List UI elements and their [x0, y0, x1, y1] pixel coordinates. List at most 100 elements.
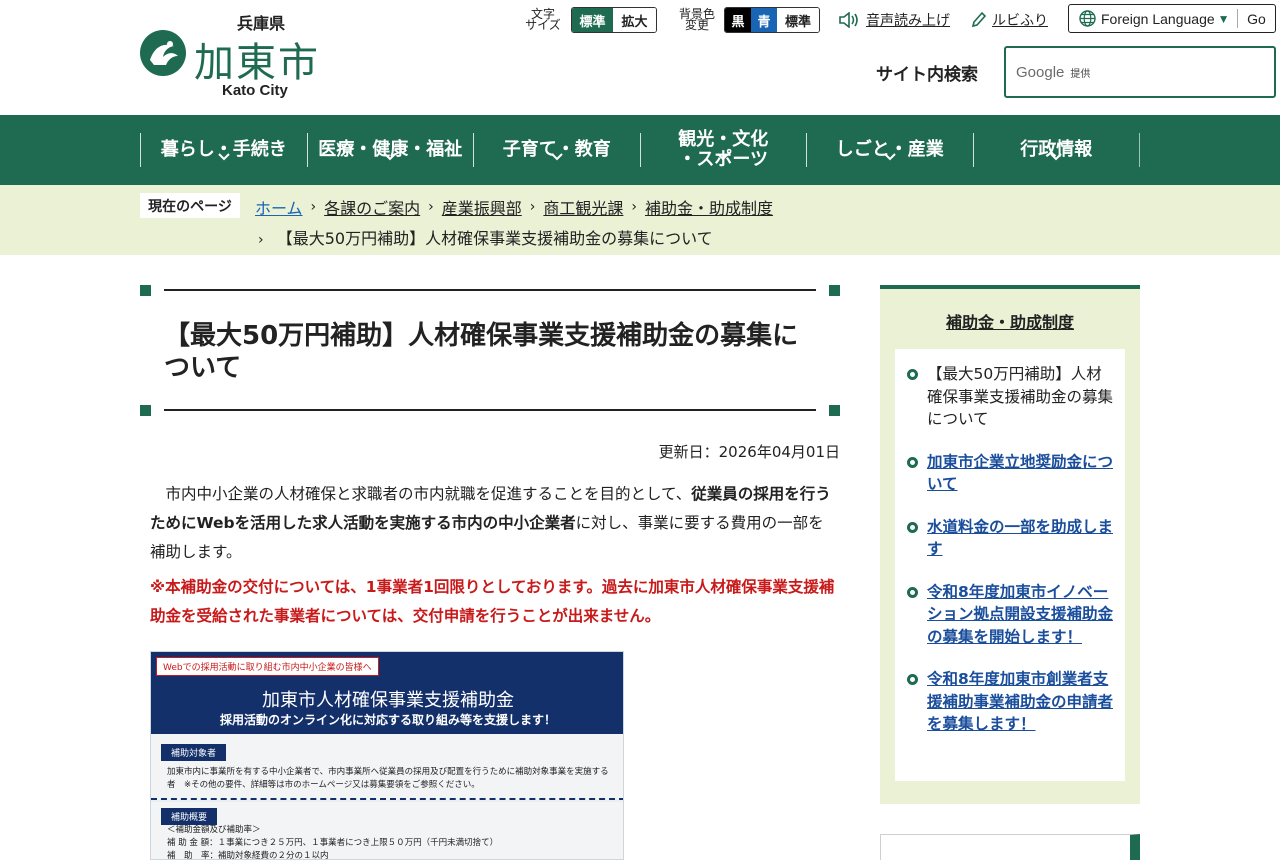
- chevron-down-icon: [884, 152, 896, 163]
- title-deco-square: [140, 405, 151, 416]
- speaker-icon: [838, 12, 860, 28]
- globe-icon: [1079, 10, 1096, 27]
- bullet-circle-icon: [907, 586, 918, 598]
- bullet-circle-icon: [907, 674, 918, 685]
- bg-standard-button[interactable]: 標準: [777, 8, 819, 32]
- bullet-circle-icon: [907, 521, 918, 533]
- chevron-down-icon: [384, 152, 396, 163]
- font-size-control: 文字 サイズ 標準 拡大: [521, 5, 657, 35]
- breadcrumb-separator-icon: ›: [428, 199, 434, 215]
- city-name-en: Kato City: [222, 82, 288, 99]
- main-content: 【最大50万円補助】人材確保事業支援補助金の募集について 更新日：2026年04…: [140, 255, 840, 860]
- site-search-label: サイト内検索: [876, 65, 978, 85]
- global-nav-list: 暮らし・手続き 医療・健康・福祉 子育て・教育 観光・文化 ・スポーツ しごと・産業 行政…: [140, 115, 1140, 185]
- flyer-section-heading: 補助対象者: [161, 744, 227, 761]
- bg-blue-button[interactable]: 青: [751, 8, 777, 32]
- sidebar-item-label[interactable]: 令和8年度加東市イノベーション拠点開設支援補助金の募集を開始します！: [927, 581, 1113, 649]
- chevron-down-icon: [218, 152, 230, 163]
- breadcrumb-separator-icon: ›: [310, 199, 317, 215]
- font-size-standard-button[interactable]: 標準: [572, 8, 613, 32]
- nav-item-6[interactable]: 行政情報: [972, 133, 1140, 167]
- breadcrumb-separator-icon: ›: [631, 199, 638, 215]
- language-go-button[interactable]: Go: [1237, 9, 1275, 28]
- breadcrumb-link-4[interactable]: 商工観光課: [543, 195, 623, 219]
- breadcrumb-here-label: 現在のページ: [140, 193, 240, 218]
- breadcrumb-links: ホーム › 各課のご案内 › 産業振興部 › 商工観光課 › 補助金・助成制度: [255, 195, 773, 219]
- title-deco-square: [829, 405, 840, 416]
- breadcrumb-link-1[interactable]: ホーム: [255, 195, 303, 219]
- language-label: Foreign Language: [1101, 10, 1215, 27]
- subsidy-flyer-image[interactable]: Webでの採用活動に取り組む市内中小企業の皆様へ 加東市人材確保事業支援補助金 …: [150, 651, 624, 860]
- nav-item-label: 観光・文化 ・スポーツ: [678, 129, 769, 170]
- font-size-toggle: 標準 拡大: [571, 7, 657, 33]
- sidebar-item-label[interactable]: 水道料金の一部を助成します: [927, 516, 1113, 561]
- sidebar-item-3[interactable]: 水道料金の一部を助成します: [907, 516, 1113, 561]
- sidebar-item-5[interactable]: 令和8年度加東市創業者支援補助事業補助金の申請者を募集します！: [907, 668, 1113, 736]
- breadcrumb-separator-icon: ›: [529, 199, 536, 215]
- sidebar-item-1: 【最大50万円補助】人材確保事業支援補助金の募集について: [907, 363, 1113, 431]
- nav-item-5[interactable]: しごと・産業: [806, 133, 973, 167]
- nav-item-3[interactable]: 子育て・教育: [473, 133, 640, 167]
- sidebar-item-label[interactable]: 加東市企業立地奨励金について: [927, 451, 1113, 496]
- lead-paragraph: 市内中小企業の人材確保と求職者の市内就職を促進することを目的として、従業員の採用…: [150, 480, 835, 567]
- voice-reader[interactable]: 音声読み上げ: [838, 5, 950, 35]
- ruby-link[interactable]: ルビふり: [992, 10, 1048, 30]
- caret-down-icon: ▼: [1217, 11, 1230, 26]
- font-size-label: 文字 サイズ: [525, 7, 561, 32]
- breadcrumb-link-5[interactable]: 補助金・助成制度: [645, 195, 773, 219]
- title-top-rule: [164, 289, 816, 291]
- flyer-title: 加東市人材確保事業支援補助金: [262, 690, 514, 711]
- city-name: 加東市: [194, 40, 320, 86]
- bg-color-control: 背景色 変更 黒 青 標準: [676, 5, 820, 35]
- breadcrumb-link-3[interactable]: 産業振興部: [442, 195, 522, 219]
- nav-item-4[interactable]: 観光・文化 ・スポーツ: [639, 129, 807, 170]
- bullet-circle-icon: [907, 456, 918, 468]
- nav-item-1[interactable]: 暮らし・手続き: [140, 133, 307, 167]
- bg-black-button[interactable]: 黒: [725, 8, 751, 32]
- breadcrumb-separator-icon: ›: [258, 232, 264, 248]
- sidebar-next-box: [880, 834, 1140, 860]
- flyer-section-eligibility: 補助対象者 加東市内に事業所を有する中小企業者で、市内事業所へ従業員の採用及び配…: [151, 734, 623, 800]
- flyer-section-text: 加東市内に事業所を有する中小企業者で、市内事業所へ従業員の採用及び配置を行うため…: [167, 767, 609, 790]
- bg-color-label: 背景色 変更: [678, 7, 715, 32]
- ruby-toggle[interactable]: ルビふり: [970, 5, 1048, 35]
- bullet-circle-icon: [907, 369, 918, 380]
- voice-reader-link[interactable]: 音声読み上げ: [866, 10, 950, 30]
- site-search-box[interactable]: Google 提供: [1004, 46, 1276, 98]
- pencil-icon: [970, 11, 986, 29]
- site-logo[interactable]: 兵庫県 加東市 Kato City: [140, 10, 340, 102]
- updated-date: 更新日：2026年04月01日: [658, 443, 840, 461]
- nav-item-2[interactable]: 医療・健康・福祉: [306, 133, 474, 167]
- chevron-down-icon: [717, 152, 729, 163]
- sidebar-related: 補助金・助成制度 【最大50万円補助】人材確保事業支援補助金の募集について加東市…: [880, 285, 1140, 804]
- breadcrumb-current: 【最大50万円補助】人材確保事業支援補助金の募集について: [276, 229, 713, 248]
- sidebar-item-label: 【最大50万円補助】人材確保事業支援補助金の募集について: [927, 365, 1114, 428]
- page-title: 【最大50万円補助】人材確保事業支援補助金の募集について: [164, 321, 799, 383]
- site-header: 兵庫県 加東市 Kato City 文字 サイズ 標準 拡大 背景色 変更 黒 …: [0, 0, 1280, 115]
- breadcrumb: 現在のページ ホーム › 各課のご案内 › 産業振興部 › 商工観光課 › 補助金・助成制度 ›…: [0, 185, 1280, 255]
- sidebar-item-2[interactable]: 加東市企業立地奨励金について: [907, 451, 1113, 496]
- sidebar-title[interactable]: 補助金・助成制度: [880, 309, 1140, 333]
- city-emblem-icon: [140, 30, 186, 76]
- page-title-box: 【最大50万円補助】人材確保事業支援補助金の募集について: [140, 285, 840, 416]
- sidebar-item-label[interactable]: 令和8年度加東市創業者支援補助事業補助金の申請者を募集します！: [927, 668, 1113, 736]
- chevron-down-icon: [1050, 152, 1062, 163]
- global-nav: 暮らし・手続き 医療・健康・福祉 子育て・教育 観光・文化 ・スポーツ しごと・産業 行政…: [0, 115, 1280, 185]
- flyer-section-heading: 補助概要: [161, 808, 218, 825]
- flyer-section-text: ＜補助金額及び補助率＞ 補 助 金 額：１事業につき２５万円、１事業者につき上限…: [167, 825, 499, 860]
- font-size-large-button[interactable]: 拡大: [613, 8, 656, 32]
- sidebar-list: 【最大50万円補助】人材確保事業支援補助金の募集について加東市企業立地奨励金につ…: [895, 349, 1125, 781]
- flyer-section-overview: 補助概要 ＜補助金額及び補助率＞ 補 助 金 額：１事業につき２５万円、１事業者…: [151, 802, 623, 860]
- breadcrumb-current-row: › 【最大50万円補助】人材確保事業支援補助金の募集について: [258, 225, 713, 249]
- sidebar-item-4[interactable]: 令和8年度加東市イノベーション拠点開設支援補助金の募集を開始します！: [907, 581, 1113, 649]
- flyer-subtitle: 採用活動のオンライン化に対応する取り組み等を支援します！: [219, 713, 556, 727]
- notice-text: ※本補助金の交付については、1事業者1回限りとしております。過去に加東市人材確保…: [150, 578, 835, 625]
- bg-color-toggle: 黒 青 標準: [724, 7, 820, 33]
- chevron-down-icon: [551, 152, 563, 163]
- lead-text: 市内中小企業の人材確保と求職者の市内就職を促進することを目的として、: [150, 485, 692, 503]
- breadcrumb-link-2[interactable]: 各課のご案内: [324, 195, 420, 219]
- title-bottom-rule: [164, 409, 816, 411]
- title-deco-square: [829, 285, 840, 296]
- language-selector[interactable]: Foreign Language ▼ Go: [1068, 4, 1276, 33]
- flyer-tag: Webでの採用活動に取り組む市内中小企業の皆様へ: [156, 657, 379, 676]
